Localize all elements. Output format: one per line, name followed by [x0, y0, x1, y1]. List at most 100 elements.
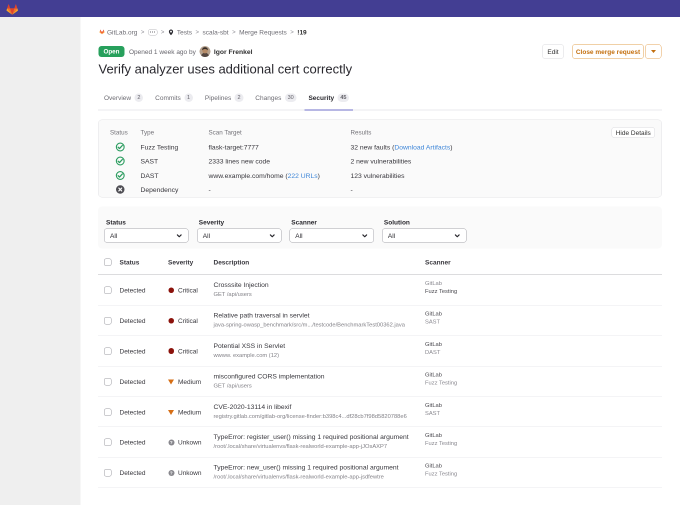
tab-pipelines[interactable]: Pipelines2: [201, 88, 247, 110]
page: GitLab.org > ··· > Tests > scala-sbt > M…: [0, 0, 680, 505]
scanner-vendor: GitLab: [425, 402, 442, 408]
vulnerability-row[interactable]: Detected Medium CVE-2020-13114 in libexi…: [98, 397, 662, 427]
tab-count-badge: 45: [338, 93, 350, 102]
vulnerability-title[interactable]: misconfigured CORS implementation: [214, 372, 325, 380]
vulnerability-row[interactable]: Detected Unkown TypeError: register_user…: [98, 427, 662, 457]
vulnerability-title[interactable]: Crosssite Injection: [214, 281, 269, 289]
breadcrumb-section[interactable]: Merge Requests: [239, 28, 287, 36]
breadcrumb-subgroup[interactable]: Tests: [177, 28, 192, 36]
action-buttons: Edit Close merge request: [542, 44, 662, 59]
breadcrumb: GitLab.org > ··· > Tests > scala-sbt > M…: [100, 28, 307, 37]
filter-value: All: [388, 232, 395, 240]
vulnerability-severity: Medium: [168, 378, 201, 386]
close-merge-request-button[interactable]: Close merge request: [572, 44, 644, 59]
vulnerability-row[interactable]: Detected Medium misconfigured CORS imple…: [98, 366, 662, 396]
summary-row: Fuzz Testing flask-target:7777 32 new fa…: [99, 142, 662, 152]
status-success-icon: [116, 156, 126, 166]
breadcrumb-current-item: !19: [297, 28, 306, 36]
tab-count-badge: 30: [285, 93, 297, 102]
close-split-button: Close merge request: [572, 44, 662, 59]
author-name[interactable]: Igor Frenkel: [214, 48, 253, 56]
scan-type: Dependency: [141, 186, 179, 194]
select-all-checkbox[interactable]: [104, 259, 112, 267]
summary-header-status: Status: [110, 129, 128, 136]
severity-label: Critical: [178, 317, 198, 325]
vulnerability-title[interactable]: TypeError: register_user() missing 1 req…: [214, 433, 409, 441]
hide-details-button[interactable]: Hide Details: [612, 127, 656, 138]
breadcrumb-separator: >: [161, 28, 165, 35]
edit-button[interactable]: Edit: [542, 44, 564, 59]
summary-row: DAST www.example.com/home (222 URLs) 123…: [99, 170, 662, 180]
breadcrumb-collapsed-button[interactable]: ···: [148, 29, 158, 36]
scanner-filter-dropdown[interactable]: All: [289, 229, 374, 243]
tab-count-badge: 2: [235, 93, 244, 102]
page-title: Verify analyzer uses additional cert cor…: [99, 62, 353, 78]
row-checkbox[interactable]: [104, 287, 112, 295]
severity-unknown-icon: [168, 439, 175, 446]
column-header-status: Status: [120, 259, 140, 267]
breadcrumb-project[interactable]: scala-sbt: [203, 28, 229, 36]
severity-critical-icon: [168, 318, 175, 325]
vulnerability-row[interactable]: Detected Critical Relative path traversa…: [98, 306, 662, 336]
row-checkbox[interactable]: [104, 469, 112, 477]
row-checkbox[interactable]: [104, 408, 112, 416]
tab-security[interactable]: Security45: [304, 88, 353, 110]
vulnerability-description: Relative path traversal in servlet java-…: [214, 312, 405, 329]
scan-results: 123 vulnerabilities: [351, 172, 405, 180]
solution-filter-dropdown[interactable]: All: [382, 229, 467, 243]
chevron-down-icon: [361, 232, 368, 239]
severity-unknown-icon: [168, 470, 175, 477]
scanner-vendor: GitLab: [425, 311, 442, 317]
gitlab-logo-icon[interactable]: [7, 4, 19, 15]
vulnerability-title[interactable]: Potential XSS in Servlet: [214, 342, 286, 350]
vulnerability-location: wwww. example.com (12): [214, 352, 286, 358]
row-checkbox[interactable]: [104, 378, 112, 386]
close-dropdown-button[interactable]: [645, 44, 662, 59]
vulnerability-filters: Status All Severity All Scanner All: [98, 207, 662, 249]
status-filter-dropdown[interactable]: All: [104, 229, 189, 243]
vulnerability-row[interactable]: Detected Critical Potential XSS in Servl…: [98, 336, 662, 366]
tab-changes[interactable]: Changes 30: [251, 88, 300, 110]
vulnerability-title[interactable]: TypeError: new_user() missing 1 required…: [214, 464, 399, 472]
breadcrumb-separator: >: [232, 28, 236, 35]
vulnerability-row[interactable]: Detected Unkown TypeError: new_user() mi…: [98, 458, 662, 488]
scan-type: DAST: [141, 172, 159, 180]
breadcrumb-separator: >: [290, 28, 294, 35]
tab-count-badge: 2: [135, 93, 144, 102]
chevron-down-icon: [176, 232, 183, 239]
tab-label: Changes: [255, 94, 281, 102]
tab-label: Overview: [104, 94, 131, 102]
severity-filter-dropdown[interactable]: All: [197, 229, 282, 243]
breadcrumb-separator: >: [141, 28, 145, 35]
avatar[interactable]: [199, 46, 210, 57]
severity-medium-icon: [168, 409, 175, 416]
vulnerability-row[interactable]: Detected Critical Crosssite Injection GE…: [98, 275, 662, 305]
scanner-vendor: GitLab: [425, 433, 457, 439]
column-header-description: Description: [214, 259, 250, 267]
subgroup-icon: [168, 29, 174, 36]
vulnerability-title[interactable]: CVE-2020-13114 in libexif: [214, 403, 407, 411]
merge-request-tabs: Overview2 Commits1 Pipelines2 Changes30 …: [98, 88, 662, 111]
filter-label: Scanner: [291, 219, 317, 227]
row-checkbox[interactable]: [104, 439, 112, 447]
vulnerability-scanner: GitLab Fuzz Testing: [425, 372, 457, 386]
download-artifacts-link[interactable]: Download Artifacts: [394, 143, 450, 151]
vulnerability-location: /root/.local/share/virtualenvs/flask-rea…: [214, 444, 409, 450]
scan-target: 2333 lines new code: [209, 157, 271, 165]
vulnerability-description: Crosssite Injection GET /api/users: [214, 281, 269, 298]
vulnerability-description: misconfigured CORS implementation GET /a…: [214, 372, 325, 389]
scan-results: 32 new faults (Download Artifacts): [351, 143, 453, 151]
status-badge: Open: [99, 46, 125, 57]
row-checkbox[interactable]: [104, 317, 112, 325]
urls-link[interactable]: 222 URLs: [288, 172, 318, 180]
tab-commits[interactable]: Commits1: [151, 88, 197, 110]
breadcrumb-group[interactable]: GitLab.org: [107, 28, 137, 36]
row-checkbox[interactable]: [104, 347, 112, 355]
scanner-engine: Fuzz Testing: [425, 471, 457, 477]
tab-overview[interactable]: Overview 2: [100, 88, 147, 110]
scan-target: www.example.com/home (222 URLs): [209, 172, 320, 180]
vulnerability-status: Detected: [120, 378, 146, 386]
filter-value: All: [295, 232, 302, 240]
vulnerability-title[interactable]: Relative path traversal in servlet: [214, 312, 405, 320]
vulnerability-scanner: GitLab Fuzz Testing: [425, 281, 457, 295]
